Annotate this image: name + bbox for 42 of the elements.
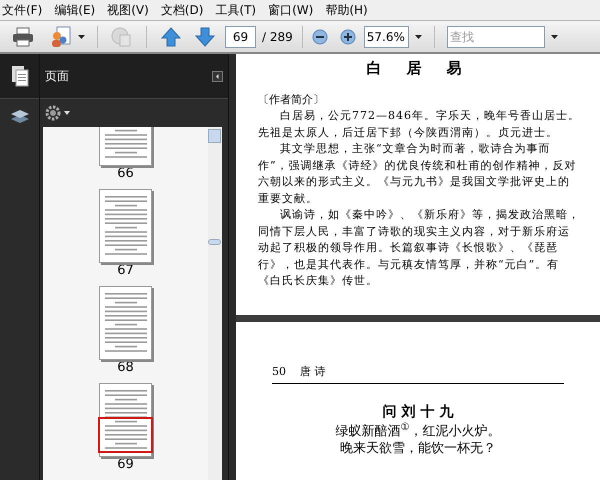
- arrow-up-icon[interactable]: [161, 26, 181, 46]
- gear-icon[interactable]: [45, 105, 61, 121]
- panel-title: 页面: [45, 68, 69, 85]
- menu-item[interactable]: 视图(V): [107, 1, 149, 19]
- text-lines-drawing: [105, 293, 147, 355]
- dropdown-caret-icon[interactable]: [78, 34, 85, 38]
- section-heading: 〔作者简介〕: [258, 92, 325, 108]
- menu-item[interactable]: 窗口(W): [268, 1, 314, 19]
- running-head: 唐 诗: [300, 364, 326, 380]
- menu-item[interactable]: 编辑(E): [54, 1, 96, 19]
- zoom-out-icon[interactable]: [312, 28, 328, 44]
- poem-title: 问 刘 十 九: [382, 402, 454, 422]
- search-field[interactable]: 查找: [446, 26, 545, 48]
- menu-item[interactable]: 工具(T): [215, 1, 256, 19]
- page-thumbnail[interactable]: [99, 189, 152, 263]
- arrow-down-icon[interactable]: [195, 26, 215, 46]
- people-document-icon[interactable]: [50, 26, 72, 48]
- menu-item[interactable]: 文件(F): [2, 1, 42, 19]
- page-title: 白 居 易: [365, 58, 473, 79]
- zoom-in-icon[interactable]: [340, 28, 356, 44]
- body-paragraph: 讽谕诗，如《秦中吟》、《新乐府》等，揭发政治黑暗，同情下层人民，丰富了诗歌的现实主义内容，对于新乐府运动起了积极的领导作用。长篇叙事诗《长恨歌》、《琵琶行》，也是其代表作。与元稹友情笃厚，并称“元白”。有《白氏长庆集》传世。: [258, 207, 580, 289]
- page-thumbnail[interactable]: [99, 286, 152, 360]
- poem-line: 晚来天欲雪，能饮一杯无？: [339, 440, 497, 456]
- menu-item[interactable]: 帮助(H): [325, 1, 368, 19]
- body-paragraph: 白居易，公元772—846年。字乐天，晚年号香山居士。先祖是太原人，后迁居下邽（今陕西渭南）。贞元进士。: [258, 108, 580, 140]
- body-paragraph: 其文学思想，主张“文章合为时而著，歌诗合为事而作”，强调继承《诗经》的优良传统和杜甫的创作精神，反对六朝以来的形式主义。《与元九书》是我国文学批评史上的重要文献。: [258, 141, 578, 206]
- text-lines-drawing: [105, 196, 147, 258]
- zoom-field[interactable]: 57.6%: [364, 26, 409, 48]
- page-total: / 289: [262, 28, 293, 46]
- page-number: 50: [272, 364, 286, 380]
- page-thumbnail[interactable]: [99, 383, 152, 457]
- pages-icon[interactable]: [10, 65, 28, 87]
- page-number-field[interactable]: 69: [225, 26, 256, 48]
- menu-item[interactable]: 文档(D): [160, 1, 204, 19]
- dropdown-caret-icon[interactable]: [64, 111, 70, 115]
- dropdown-caret-icon[interactable]: [414, 34, 422, 38]
- printer-icon[interactable]: [12, 26, 34, 46]
- view-area-frame: [98, 417, 153, 453]
- text-lines-drawing: [105, 390, 147, 452]
- dropdown-caret-icon[interactable]: [550, 34, 558, 38]
- scrollbar[interactable]: [208, 127, 222, 480]
- poem-line: 绿蚁新醅酒$^{①}$，红泥小火炉。: [334, 422, 502, 440]
